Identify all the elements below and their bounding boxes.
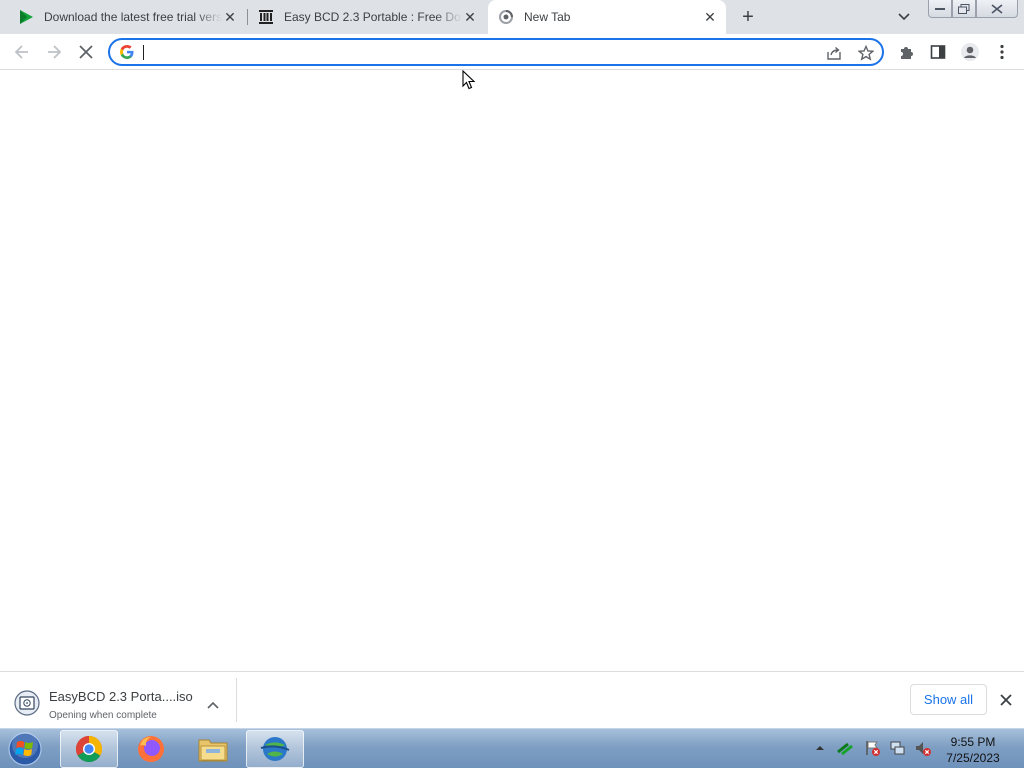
taskbar-chrome[interactable] — [60, 730, 118, 768]
mouse-pointer-icon — [462, 70, 476, 90]
tab-new-tab[interactable]: New Tab ✕ — [488, 0, 726, 34]
address-bar[interactable] — [108, 38, 884, 66]
back-arrow-icon — [14, 45, 28, 59]
omnibox-input[interactable] — [142, 43, 802, 61]
tray-network-icon[interactable] — [889, 737, 907, 759]
tab-title: Download the latest free trial versions — [44, 10, 222, 24]
menu-button[interactable] — [990, 40, 1014, 64]
page-content — [0, 71, 1024, 671]
browser-toolbar — [0, 34, 1024, 70]
puzzle-piece-icon — [901, 47, 913, 59]
tab-title: New Tab — [524, 10, 571, 24]
taskbar-firefox[interactable] — [122, 730, 180, 768]
taskbar-clock[interactable]: 9:55 PM 7/25/2023 — [940, 734, 1006, 766]
clock-date: 7/25/2023 — [946, 751, 1000, 765]
stop-x-icon — [79, 45, 93, 59]
show-all-button[interactable]: Show all — [910, 684, 987, 715]
green-play-icon — [18, 9, 34, 25]
iso-file-icon — [14, 690, 40, 716]
download-item[interactable]: EasyBCD 2.3 Porta....iso Opening when co… — [8, 678, 236, 722]
profile-button[interactable] — [958, 40, 982, 64]
restore-button[interactable] — [952, 0, 976, 18]
clock-time: 9:55 PM — [950, 735, 996, 749]
tray-volume-muted-icon[interactable] — [914, 737, 932, 759]
windows-taskbar: 9:55 PM 7/25/2023 — [0, 728, 1024, 768]
taskbar-idm[interactable] — [246, 730, 304, 768]
tab-close-icon[interactable]: ✕ — [222, 9, 238, 25]
internet-download-manager-icon — [260, 737, 290, 761]
windows-start-orb-icon — [8, 732, 42, 766]
tab-title: Easy BCD 2.3 Portable : Free Download — [284, 10, 462, 24]
kebab-menu-icon — [1000, 44, 1004, 60]
tab-strip: Download the latest free trial versions … — [0, 0, 1024, 34]
downloads-divider — [236, 678, 237, 722]
side-panel-button[interactable] — [926, 40, 950, 64]
extensions-button[interactable] — [894, 40, 918, 64]
text-caret — [143, 45, 144, 60]
share-icon[interactable] — [824, 43, 844, 63]
screen: Download the latest free trial versions … — [0, 0, 1024, 768]
tray-action-center-flag-icon[interactable] — [864, 737, 882, 759]
google-g-icon — [120, 45, 134, 59]
taskbar-file-explorer[interactable] — [184, 730, 242, 768]
download-status: Opening when complete — [49, 710, 157, 721]
chrome-loading-icon — [498, 9, 514, 25]
file-explorer-icon — [198, 739, 228, 762]
downloads-bar: EasyBCD 2.3 Porta....iso Opening when co… — [0, 671, 1024, 728]
back-button[interactable] — [10, 40, 34, 64]
side-panel-icon — [930, 45, 946, 59]
tab-close-icon[interactable]: ✕ — [462, 9, 478, 25]
window-close-button[interactable] — [976, 0, 1018, 18]
tab-close-icon[interactable]: ✕ — [702, 9, 718, 25]
internet-archive-icon — [258, 9, 274, 25]
profile-avatar-icon — [961, 43, 979, 61]
start-button[interactable] — [5, 730, 45, 768]
minimize-button[interactable] — [928, 0, 952, 18]
tab-easybcd[interactable]: Easy BCD 2.3 Portable : Free Download ✕ — [248, 0, 486, 34]
download-filename: EasyBCD 2.3 Porta....iso — [49, 689, 193, 704]
tab-download-trial[interactable]: Download the latest free trial versions … — [8, 0, 246, 34]
forward-arrow-icon — [48, 45, 62, 59]
chevron-up-icon[interactable] — [206, 698, 220, 712]
chrome-icon — [75, 735, 103, 763]
bookmark-star-icon[interactable] — [856, 43, 876, 63]
tray-network-activity-icon[interactable] — [836, 737, 854, 759]
forward-button[interactable] — [42, 40, 66, 64]
new-tab-button[interactable]: + — [736, 5, 760, 29]
tray-show-hidden-icon[interactable] — [811, 737, 829, 759]
firefox-icon — [138, 736, 164, 762]
close-downloads-bar-icon[interactable] — [996, 690, 1016, 710]
stop-loading-button[interactable] — [74, 40, 98, 64]
tab-search-chevron-icon[interactable] — [894, 7, 914, 27]
